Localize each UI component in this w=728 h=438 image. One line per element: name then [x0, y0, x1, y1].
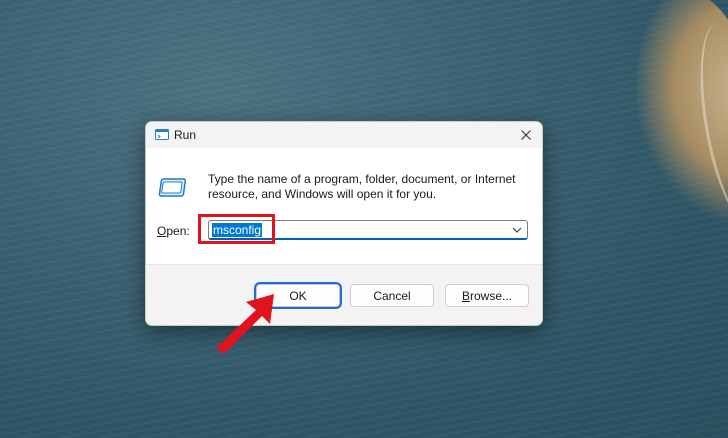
desktop-wallpaper: Run Type the name of a program, folder, … — [0, 0, 728, 438]
open-label-accelerator: O — [157, 224, 167, 238]
close-icon — [521, 130, 531, 140]
dialog-body: Type the name of a program, folder, docu… — [146, 148, 542, 264]
title-bar[interactable]: Run — [146, 122, 542, 148]
dialog-title: Run — [174, 128, 197, 142]
run-dialog: Run Type the name of a program, folder, … — [145, 121, 543, 326]
browse-accelerator: B — [461, 288, 470, 303]
dialog-description: Type the name of a program, folder, docu… — [208, 172, 516, 201]
dialog-footer: OK Cancel Browse... — [146, 264, 542, 325]
browse-label-rest: rowse... — [470, 288, 513, 303]
arrow-pointer-icon — [216, 294, 274, 354]
open-label-rest: pen: — [166, 224, 190, 238]
run-icon — [158, 178, 186, 197]
open-label: Open: — [157, 224, 190, 238]
browse-button[interactable]: Browse... — [445, 284, 529, 307]
close-button[interactable] — [510, 122, 542, 148]
run-icon — [155, 129, 169, 140]
annotation-highlight-box — [198, 214, 275, 244]
cancel-button[interactable]: Cancel — [350, 284, 434, 307]
chevron-down-icon[interactable] — [511, 224, 523, 236]
